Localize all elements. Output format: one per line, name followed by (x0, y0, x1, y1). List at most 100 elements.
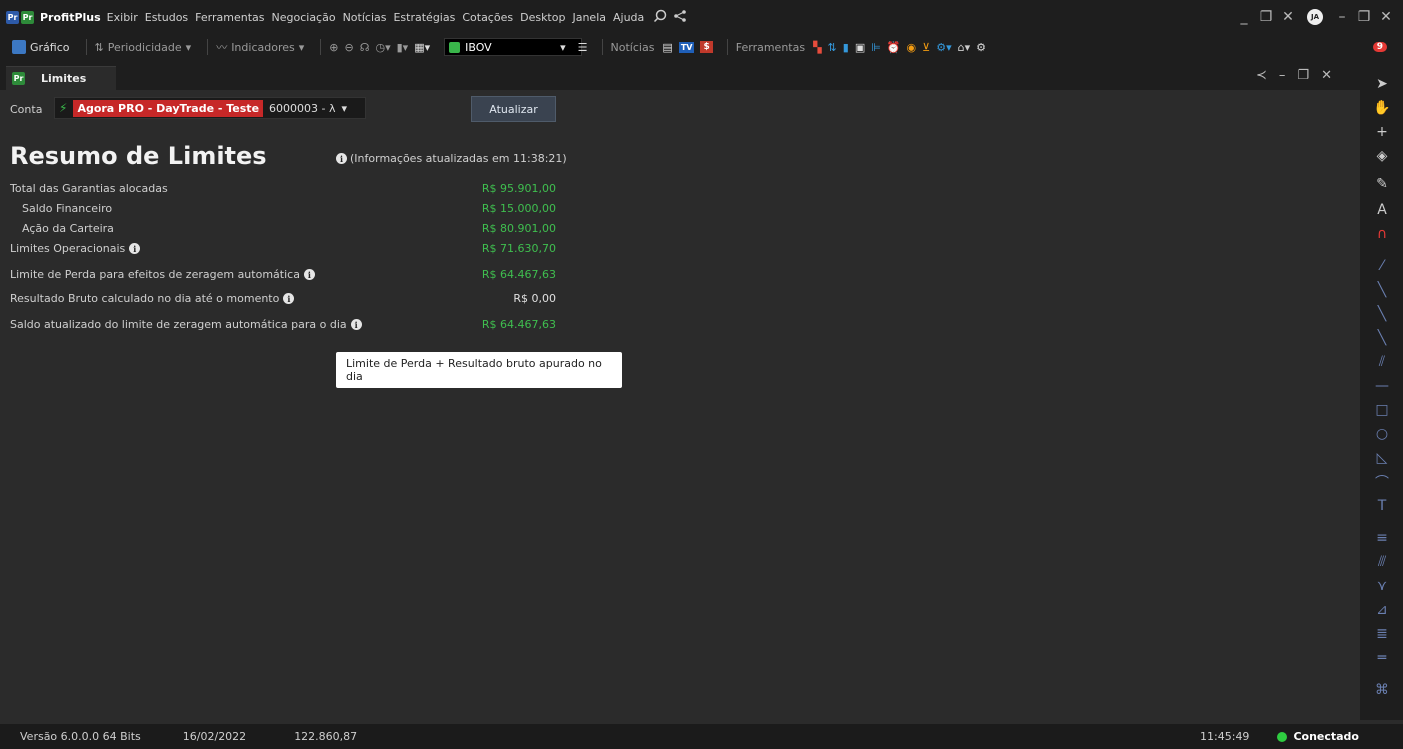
menu-ajuda[interactable]: Ajuda (613, 11, 644, 24)
notification-badge[interactable]: 9 (1372, 42, 1387, 52)
triangle-icon[interactable]: ◺ (1372, 448, 1392, 468)
menu-negociacao[interactable]: Negociação (272, 11, 336, 24)
row-label-text: Saldo atualizado do limite de zeragem au… (10, 318, 347, 331)
chart-button[interactable]: Gráfico (12, 40, 70, 54)
account-selector[interactable]: ⚡ Agora PRO - DayTrade - Teste 6000003 -… (54, 97, 366, 119)
channel-icon[interactable]: ⫽ (1372, 352, 1392, 372)
list-icon[interactable]: ☰ (578, 41, 588, 54)
menu-desktop[interactable]: Desktop (520, 11, 565, 24)
transfer-icon[interactable]: ⇅ (828, 41, 837, 54)
connection-status-icon (1277, 731, 1288, 742)
close-icon[interactable]: ✕ (1375, 9, 1397, 25)
index-value: 122.860,87 (294, 730, 358, 743)
fibonacci-projection-icon[interactable]: ≣ (1372, 624, 1392, 644)
zoom-in-icon[interactable]: ⊕ (329, 41, 338, 54)
crosshair-icon[interactable]: + (1372, 122, 1392, 142)
user-avatar[interactable]: JA (1307, 9, 1323, 25)
news-icon[interactable]: ▤ (662, 41, 672, 54)
search-icon[interactable] (653, 9, 667, 26)
rectangle-icon[interactable]: □ (1372, 400, 1392, 420)
zoom-out-icon[interactable]: ⊖ (344, 41, 353, 54)
extended-line-icon[interactable]: ╲ (1372, 328, 1392, 348)
limit-row-value: R$ 80.901,00 (481, 222, 556, 235)
menu-cotacoes[interactable]: Cotações (462, 11, 513, 24)
limit-row-value: R$ 0,00 (513, 292, 556, 305)
app-logo-icon: Pr (6, 10, 19, 24)
limit-row-label: Limites Operacionais i (10, 242, 141, 255)
minimize-panel-icon[interactable]: – (1279, 68, 1286, 83)
page-title: Resumo de Limites (10, 142, 267, 170)
chart-button-label: Gráfico (30, 40, 70, 54)
freehand-icon[interactable]: ⌒ (1372, 472, 1392, 492)
fibonacci-fan-icon[interactable]: ⊿ (1372, 600, 1392, 620)
replay-icon[interactable]: ◉ (907, 41, 917, 54)
status-time: 11:45:49 (1200, 730, 1250, 743)
dollar-icon[interactable]: $ (700, 41, 713, 53)
minimize-docked-icon[interactable]: _ (1233, 9, 1255, 25)
minimize-icon[interactable]: – (1331, 9, 1353, 25)
account-name: Agora PRO - DayTrade - Teste (73, 99, 264, 117)
pattern-icon[interactable]: ⌘ (1372, 680, 1392, 700)
limit-row-value: R$ 64.467,63 (481, 268, 556, 281)
close-docked-icon[interactable]: ✕ (1277, 9, 1299, 25)
parallel-lines-icon[interactable]: ═ (1372, 648, 1392, 668)
menu-estrategias[interactable]: Estratégias (393, 11, 455, 24)
symbol-dropdown-icon[interactable]: ▾ (560, 41, 566, 54)
menu-estudos[interactable]: Estudos (145, 11, 188, 24)
info-icon[interactable]: i (129, 243, 141, 254)
book-icon[interactable]: ▮ (843, 41, 849, 54)
periodicity-button[interactable]: ⇅ Periodicidade ▾ (95, 41, 192, 54)
edit-drawing-icon[interactable]: ✎ (1372, 174, 1392, 194)
menu-ferramentas[interactable]: Ferramentas (195, 11, 264, 24)
info-icon[interactable]: i (350, 319, 362, 330)
broker-icon: ⚡ (59, 101, 68, 115)
eraser-icon[interactable]: ◈ (1372, 146, 1392, 166)
layout-grid-icon[interactable]: ▦▾ (414, 41, 430, 54)
education-icon[interactable]: ⌂▾ (958, 41, 971, 54)
ranking-icon[interactable]: ⊫ (871, 41, 881, 54)
restore-icon[interactable]: ❐ (1353, 9, 1375, 25)
toolbar-divider (726, 39, 728, 55)
share-panel-icon[interactable]: ≺ (1256, 68, 1267, 83)
calculator-icon[interactable]: ▣ (855, 41, 865, 54)
tv-icon[interactable]: TV (678, 41, 695, 53)
fibonacci-icon[interactable]: ≡ (1372, 528, 1392, 548)
menu-noticias[interactable]: Notícias (343, 11, 387, 24)
history-icon[interactable]: ◷▾ (375, 41, 390, 54)
toolbar-divider (320, 39, 322, 55)
restore-docked-icon[interactable]: ❐ (1255, 9, 1277, 25)
magnet-icon[interactable]: ☊ (360, 41, 370, 54)
menu-exibir[interactable]: Exibir (107, 11, 138, 24)
cart-icon[interactable]: ⊻ (922, 41, 930, 54)
robot-icon[interactable]: ⚙▾ (936, 41, 951, 54)
horizontal-line-icon[interactable]: — (1372, 376, 1392, 396)
trend-line-icon[interactable]: ╲ (1372, 280, 1392, 300)
menu-janela[interactable]: Janela (572, 11, 606, 24)
tools-label[interactable]: Ferramentas (736, 41, 805, 54)
indicators-button[interactable]: 〰 Indicadores ▾ (216, 39, 304, 55)
text-tool-icon[interactable]: T (1372, 496, 1392, 516)
gann-icon[interactable]: ⋎ (1372, 576, 1392, 596)
ray-line-icon[interactable]: ╲ (1372, 304, 1392, 324)
info-icon[interactable]: i (303, 269, 315, 280)
tab-limites[interactable]: Pr Limites (6, 66, 116, 90)
settings-icon[interactable]: ⚙ (976, 41, 986, 54)
magnet-red-icon[interactable]: ∩ (1372, 224, 1392, 244)
row-label-text: Limite de Perda para efeitos de zeragem … (10, 268, 300, 281)
text-box-icon[interactable]: A (1372, 200, 1392, 220)
hand-icon[interactable]: ✋ (1372, 98, 1392, 118)
ellipse-icon[interactable]: ○ (1372, 424, 1392, 444)
news-label[interactable]: Notícias (611, 41, 655, 54)
pencil-icon[interactable]: ⁄ (1372, 256, 1392, 276)
cursor-arrow-icon[interactable]: ➤ (1372, 74, 1392, 94)
restore-panel-icon[interactable]: ❐ (1297, 68, 1309, 83)
volume-icon[interactable]: ▮▾ (397, 41, 409, 54)
info-icon: i (336, 153, 347, 164)
scanner-icon[interactable]: ▚ (813, 41, 821, 54)
info-icon[interactable]: i (283, 293, 295, 304)
fan-icon[interactable]: ⫻ (1372, 552, 1392, 572)
close-panel-icon[interactable]: ✕ (1321, 68, 1332, 83)
alarm-icon[interactable]: ⏰ (887, 41, 901, 54)
share-icon[interactable] (673, 9, 687, 26)
refresh-button[interactable]: Atualizar (471, 96, 556, 122)
